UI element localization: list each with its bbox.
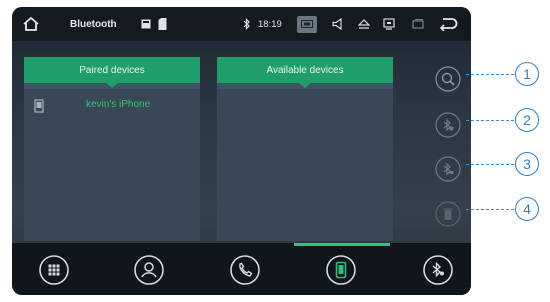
nav-dialer-button[interactable]	[229, 254, 261, 286]
page-title: Bluetooth	[70, 18, 117, 30]
callout-line-1	[466, 74, 514, 75]
screen-off-button[interactable]	[381, 7, 397, 41]
search-icon	[435, 66, 461, 92]
status-bar: Bluetooth 18:19	[12, 7, 471, 41]
bluetooth-connect-icon	[435, 112, 461, 138]
eject-button[interactable]	[356, 7, 372, 41]
media-button[interactable]	[296, 7, 318, 41]
media-icon	[297, 15, 317, 33]
callout-number: 1	[515, 62, 539, 86]
callout-line-2	[466, 120, 514, 121]
available-devices-header[interactable]: Available devices	[217, 57, 393, 88]
window-icon	[412, 19, 424, 29]
callout-line-3	[466, 164, 514, 165]
connect-button[interactable]	[435, 112, 461, 138]
display-icon	[383, 18, 395, 30]
callout-number: 3	[515, 152, 539, 176]
speaker-icon	[332, 18, 342, 30]
delete-device-button[interactable]	[435, 201, 461, 227]
eject-icon	[358, 19, 370, 29]
sd-card-icon	[140, 7, 152, 41]
volume-button[interactable]	[330, 7, 346, 41]
trash-icon	[435, 201, 461, 227]
active-tab-indicator	[294, 243, 390, 246]
nav-bluetooth-music-button[interactable]	[422, 254, 454, 286]
available-devices-list	[217, 89, 393, 241]
list-item[interactable]: kevin's iPhone	[24, 95, 200, 117]
home-button[interactable]	[20, 7, 42, 41]
callout-number: 4	[515, 197, 539, 221]
bluetooth-icon	[240, 7, 254, 41]
device-name: kevin's iPhone	[86, 99, 151, 110]
phone-device-icon	[34, 99, 44, 113]
phone-device-icon	[326, 255, 356, 285]
callout-line-4	[466, 209, 514, 210]
available-devices-panel: Available devices	[217, 57, 393, 241]
header-pointer	[299, 83, 311, 88]
nav-contacts-button[interactable]	[133, 254, 165, 286]
paired-devices-list: kevin's iPhone	[24, 89, 200, 241]
usb-icon	[156, 7, 168, 41]
search-devices-button[interactable]	[435, 66, 461, 92]
phone-icon	[230, 255, 260, 285]
apps-grid-icon	[39, 255, 69, 285]
available-devices-label: Available devices	[266, 64, 344, 76]
paired-devices-panel: Paired devices kevin's iPhone	[24, 57, 200, 241]
disconnect-button[interactable]	[435, 156, 461, 182]
back-arrow-icon	[439, 18, 458, 31]
head-unit-screen: Bluetooth 18:19 Paired devices kevin's i…	[12, 7, 471, 295]
header-pointer	[106, 83, 118, 88]
back-button[interactable]	[436, 7, 460, 41]
bluetooth-music-icon	[423, 255, 453, 285]
nav-bluetooth-device-button[interactable]	[325, 254, 357, 286]
contacts-icon	[134, 255, 164, 285]
paired-devices-header[interactable]: Paired devices	[24, 57, 200, 88]
bluetooth-disconnect-icon	[435, 156, 461, 182]
clock: 18:19	[258, 18, 282, 30]
paired-devices-label: Paired devices	[79, 64, 145, 76]
home-icon	[23, 16, 39, 31]
window-button[interactable]	[410, 7, 426, 41]
callout-number: 2	[515, 108, 539, 132]
nav-apps-button[interactable]	[38, 254, 70, 286]
